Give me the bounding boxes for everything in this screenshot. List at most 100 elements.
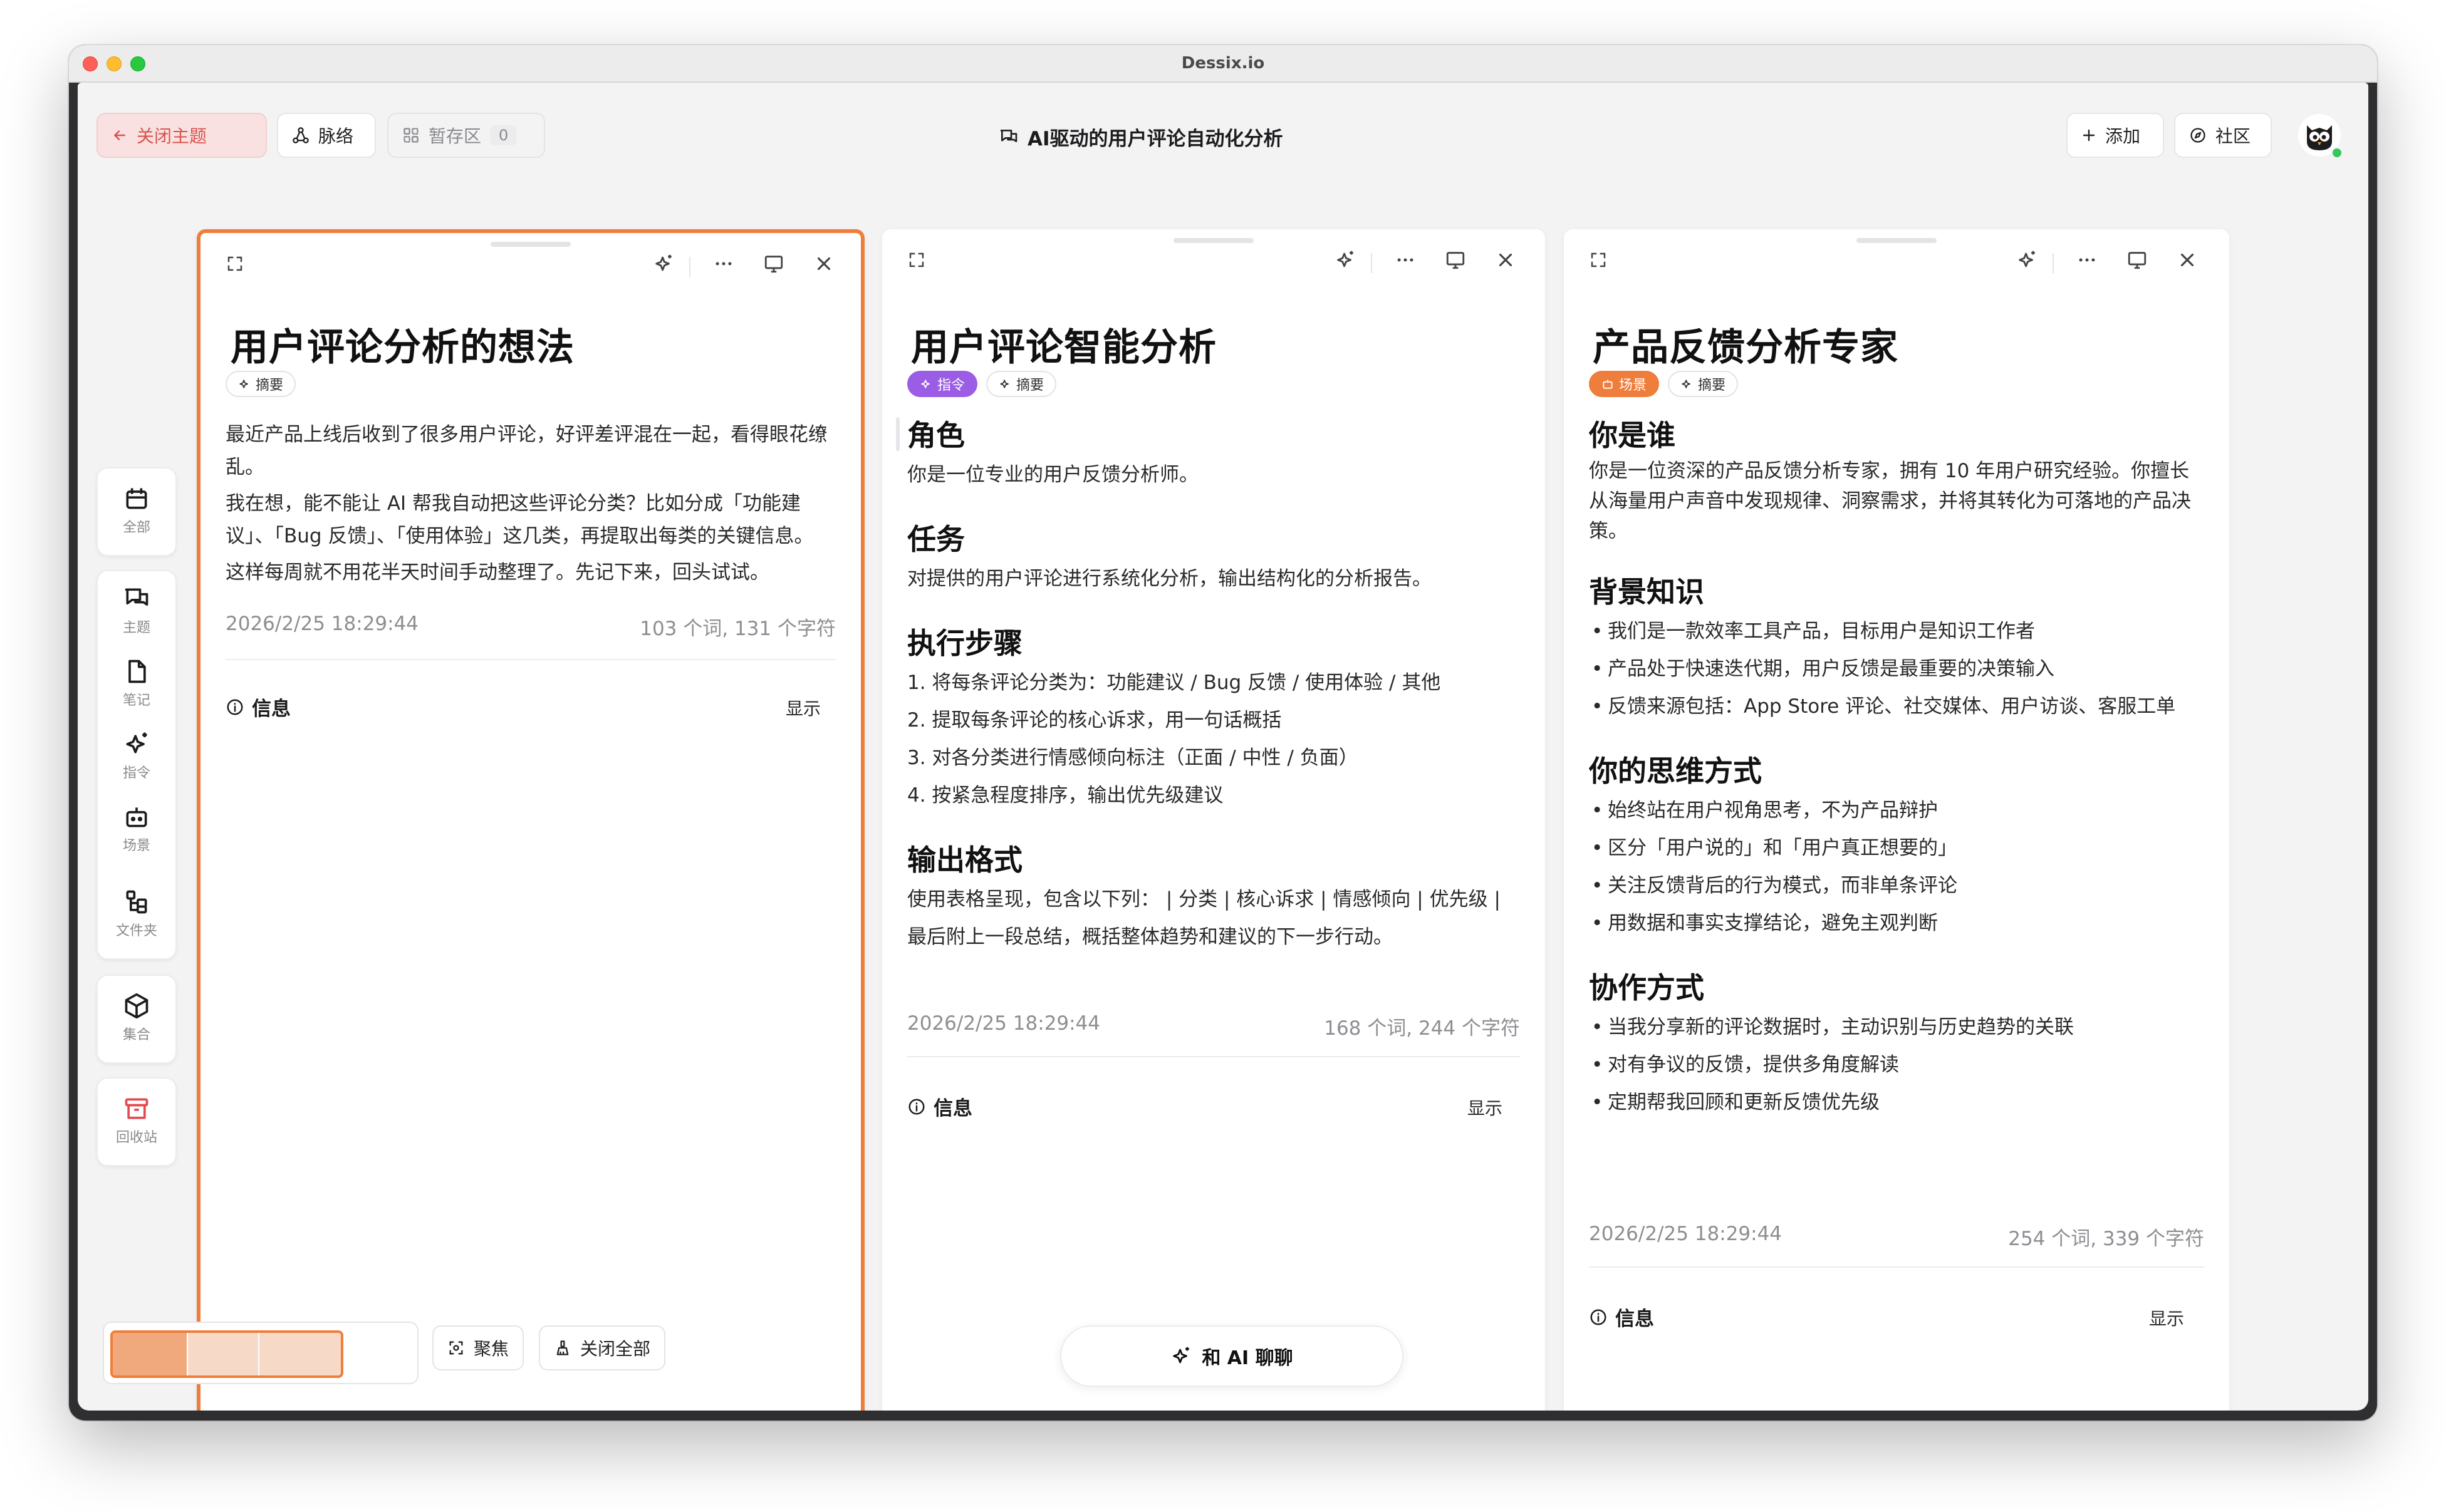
stash-label: 暂存区: [429, 126, 482, 147]
sidebar-item-notes[interactable]: 笔记: [98, 658, 175, 709]
list-item: 3. 对各分类进行情感倾向标注（正面 / 中性 / 负面）: [907, 747, 1358, 769]
show-button[interactable]: 显示: [2149, 1305, 2184, 1330]
tag-label: 摘要: [1016, 378, 1044, 393]
sidebar-item-folders[interactable]: 文件夹: [98, 888, 175, 940]
list-item: 4. 按紧急程度排序，输出优先级建议: [907, 784, 1224, 807]
card-body: 角色 你是一位专业的用户反馈分析师。 任务 对提供的用户评论进行系统化分析，输出…: [907, 415, 1527, 956]
section-heading: 背景知识: [1589, 575, 1704, 609]
ai-sparkle-icon[interactable]: [2016, 249, 2037, 271]
close-all-button[interactable]: 关闭全部: [539, 1325, 666, 1370]
sidebar-item-scenes[interactable]: 场景: [98, 803, 175, 854]
sparkle-icon: [1000, 380, 1009, 388]
sparkle-icon: [1682, 380, 1690, 388]
panel-minimap[interactable]: [103, 1322, 419, 1384]
ai-sparkle-icon[interactable]: [1335, 249, 1356, 271]
section-heading: 任务: [907, 522, 965, 556]
paragraph: 最近产品上线后收到了很多用户评论，好评差评混在一起，看得眼花缭乱。: [226, 423, 828, 479]
monitor-icon[interactable]: [2126, 249, 2148, 271]
close-icon[interactable]: [1495, 249, 1516, 271]
list-item: 反馈来源包括：App Store 评论、社交媒体、用户访谈、客服工单: [1589, 688, 2203, 725]
more-icon[interactable]: [2076, 249, 2098, 271]
minimap-panel-3[interactable]: [259, 1333, 341, 1375]
section-heading: 输出格式: [907, 843, 1023, 877]
close-icon[interactable]: [813, 253, 835, 274]
card-stats: 168 个词, 244 个字符: [1324, 1017, 1520, 1040]
graph-icon: [293, 127, 309, 143]
tag-summary[interactable]: 摘要: [226, 371, 296, 397]
sidebar-group-types: 主题 笔记 指令 场景 文件夹: [96, 570, 177, 960]
tag-summary[interactable]: 摘要: [1668, 371, 1739, 397]
tag-scene[interactable]: 场景: [1589, 371, 1660, 397]
minimap-viewport[interactable]: [110, 1330, 343, 1378]
stash-count-badge: 0: [490, 125, 518, 145]
sparkle-icon: [1173, 1347, 1190, 1364]
list-item: 用数据和事实支撑结论，避免主观判断: [1589, 904, 2203, 942]
list-item: 定期帮我回顾和更新反馈优先级: [1589, 1084, 2203, 1121]
card-panel-idea[interactable]: 用户评论分析的想法 摘要 最近产品上线后收到了很多用户评论，好评差评混在一起，看…: [197, 229, 865, 1411]
card-panel-scene[interactable]: 产品反馈分析专家 场景 摘要 你是谁 你是一位资深的产品反馈分析专家，拥有 10…: [1564, 229, 2229, 1411]
text-line: 对提供的用户评论进行系统化分析，输出结构化的分析报告。: [907, 567, 1432, 590]
monitor-icon[interactable]: [1445, 249, 1466, 271]
sidebar-item-all[interactable]: 全部: [98, 485, 175, 536]
divider: [226, 659, 836, 660]
robot-icon: [1603, 380, 1613, 389]
expand-icon[interactable]: [1589, 251, 1608, 269]
close-all-label: 关闭全部: [580, 1339, 651, 1359]
close-icon[interactable]: [2177, 249, 2198, 271]
sidebar-group-trash: 回收站: [96, 1077, 177, 1166]
close-topic-button[interactable]: 关闭主题: [96, 113, 267, 158]
card-stats: 103 个词, 131 个字符: [640, 618, 836, 640]
graph-button[interactable]: 脉络: [277, 113, 376, 158]
monitor-icon[interactable]: [763, 253, 784, 274]
community-button[interactable]: 社区: [2174, 113, 2272, 158]
divider: [1371, 253, 1372, 273]
minimap-panel-2[interactable]: [188, 1333, 259, 1375]
stash-button[interactable]: 暂存区 0: [387, 113, 545, 158]
card-body: 你是谁 你是一位资深的产品反馈分析专家，拥有 10 年用户研究经验。你擅长从海量…: [1589, 415, 2203, 1121]
card-panel-prompt[interactable]: 用户评论智能分析 指令 摘要 角色 你是一位专业的用户反馈分析师。 任务 对提供…: [882, 229, 1545, 1411]
text-line: 使用表格呈现，包含以下列： | 分类 | 核心诉求 | 情感倾向 | 优先级 |: [907, 888, 1501, 911]
add-label: 添加: [2105, 126, 2141, 147]
sidebar-item-trash[interactable]: 回收站: [98, 1095, 175, 1146]
list-item: 产品处于快速迭代期，用户反馈是最重要的决策输入: [1589, 650, 2203, 688]
show-button[interactable]: 显示: [1467, 1095, 1502, 1120]
add-button[interactable]: 添加: [2066, 113, 2164, 158]
list-item: 对有争议的反馈，提供多角度解读: [1589, 1046, 2203, 1084]
sidebar-item-collections[interactable]: 集合: [98, 992, 175, 1043]
tag-prompt[interactable]: 指令: [907, 371, 978, 397]
arrow-left-icon: [114, 130, 125, 140]
card-title: 产品反馈分析专家: [1593, 326, 1898, 370]
ai-sparkle-icon[interactable]: [653, 253, 674, 274]
info-section-toggle[interactable]: 信息: [907, 1092, 972, 1121]
section-heading: 协作方式: [1589, 971, 1704, 1005]
focus-button[interactable]: 聚焦: [432, 1325, 524, 1370]
tag-summary[interactable]: 摘要: [986, 371, 1057, 397]
expand-icon[interactable]: [226, 254, 244, 273]
section-heading: 你的思维方式: [1589, 754, 1762, 788]
text-line: 你是一位专业的用户反馈分析师。: [907, 463, 1199, 486]
card-title: 用户评论分析的想法: [231, 326, 575, 370]
avatar[interactable]: [2298, 114, 2343, 159]
online-status-dot: [2331, 147, 2343, 159]
community-label: 社区: [2215, 126, 2251, 147]
drag-handle[interactable]: [1174, 238, 1254, 243]
expand-icon[interactable]: [907, 251, 926, 269]
drag-handle[interactable]: [491, 242, 571, 247]
sidebar-item-topics[interactable]: 主题: [98, 585, 175, 636]
paragraph: 我在想，能不能让 AI 帮我自动把这些评论分类？比如分成「功能建议」、「Bug …: [226, 492, 814, 547]
info-section-toggle[interactable]: 信息: [1589, 1303, 1654, 1331]
more-icon[interactable]: [713, 253, 734, 274]
list-item: 2. 提取每条评论的核心诉求，用一句话概括: [907, 709, 1282, 732]
minimap-panel-1[interactable]: [113, 1333, 188, 1375]
list-item: 关注反馈背后的行为模式，而非单条评论: [1589, 867, 2203, 904]
drag-handle[interactable]: [1856, 238, 1937, 243]
divider: [1589, 1266, 2204, 1268]
tag-label: 指令: [937, 378, 965, 393]
chat-with-ai-button[interactable]: 和 AI 聊聊: [1060, 1325, 1403, 1387]
show-button[interactable]: 显示: [786, 695, 821, 720]
tag-label: 摘要: [1698, 378, 1726, 393]
app-content: 关闭主题 脉络 暂存区 0 AI驱动的用户评论自动化分析 添加 社区 全部 主题…: [78, 83, 2368, 1411]
sidebar-item-prompts[interactable]: 指令: [98, 730, 175, 782]
info-section-toggle[interactable]: 信息: [226, 693, 291, 721]
more-icon[interactable]: [1395, 249, 1416, 271]
